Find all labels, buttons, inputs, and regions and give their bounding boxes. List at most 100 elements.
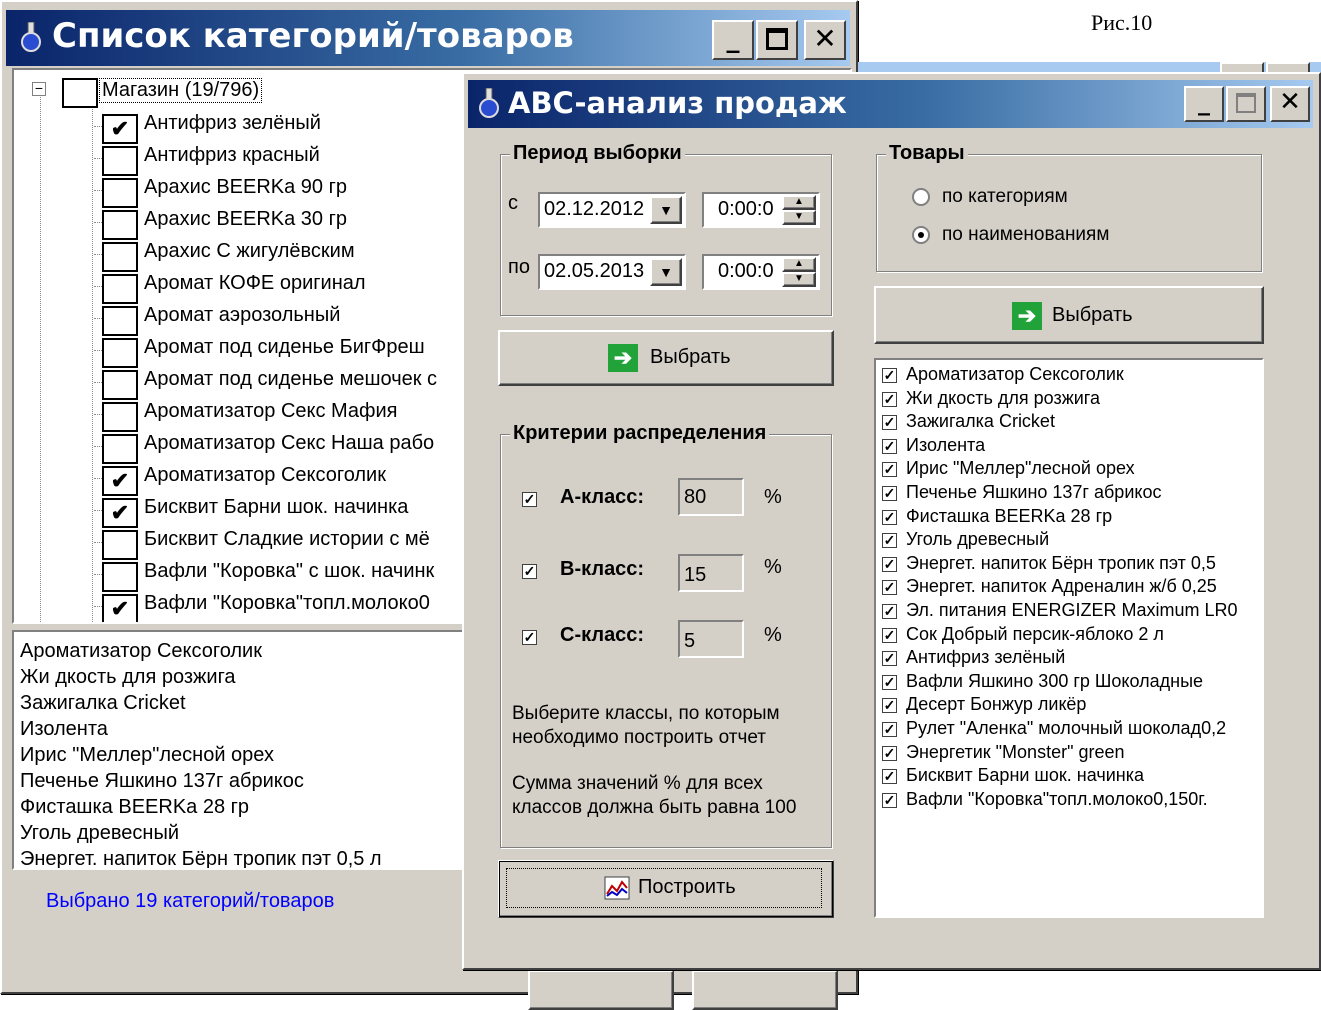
goods-item-checkbox[interactable]: ✓ — [882, 556, 897, 572]
selected-list-item[interactable]: Уголь древесный — [20, 822, 179, 845]
a-class-checkbox[interactable]: ✓ — [522, 492, 537, 507]
goods-item-label[interactable]: Изолента — [906, 435, 985, 456]
close-button[interactable]: ✕ — [1270, 86, 1310, 122]
abc-analysis-titlebar[interactable]: ABC-анализ продаж _ ✕ — [468, 80, 1313, 128]
close-button[interactable]: ✕ — [804, 20, 846, 60]
goods-item-label[interactable]: Печенье Яшкино 137г абрикос — [906, 482, 1161, 503]
selected-list-item[interactable]: Ароматизатор Сексоголик — [20, 640, 262, 663]
goods-item-label[interactable]: Энергетик "Monster" green — [906, 742, 1125, 763]
tree-item-checkbox[interactable]: ✔ — [102, 498, 138, 528]
to-time-down[interactable]: ▼ — [782, 272, 816, 287]
goods-item-checkbox[interactable]: ✓ — [882, 722, 897, 737]
goods-item-checkbox[interactable]: ✓ — [882, 509, 897, 525]
goods-item-checkbox[interactable]: ✓ — [882, 368, 897, 383]
to-date-picker[interactable]: 02.05.2013 ▼ — [538, 254, 686, 290]
selected-list-item[interactable]: Жи дкость для розжига — [20, 666, 236, 689]
goods-item-checkbox[interactable]: ✓ — [882, 745, 897, 761]
goods-item-label[interactable]: Зажигалка Cricket — [906, 411, 1055, 432]
goods-select-button[interactable]: ➔ Выбрать — [874, 286, 1264, 344]
goods-item-checkbox[interactable]: ✓ — [882, 604, 897, 619]
selected-list-item[interactable]: Изолента — [20, 718, 108, 741]
goods-item-label[interactable]: Ирис "Меллер"лесной орех — [906, 458, 1135, 479]
goods-item-label[interactable]: Уголь древесный — [906, 529, 1049, 550]
tree-item-checkbox[interactable] — [102, 178, 138, 208]
goods-item-label[interactable]: Десерт Бонжур ликёр — [906, 694, 1086, 715]
goods-item-checkbox[interactable]: ✓ — [882, 391, 897, 407]
ok-button[interactable] — [528, 970, 674, 1010]
tree-item-checkbox[interactable] — [102, 402, 138, 432]
goods-item-label[interactable]: Рулет "Аленка" молочный шоколад0,2 — [906, 718, 1226, 739]
goods-item-label[interactable]: Фисташка BEERKa 28 гр — [906, 506, 1112, 527]
goods-item-label[interactable]: Ароматизатор Сексоголик — [906, 364, 1124, 385]
maximize-button[interactable] — [756, 20, 798, 60]
period-select-button[interactable]: ➔ Выбрать — [498, 330, 834, 386]
from-date-picker[interactable]: 02.12.2012 ▼ — [538, 192, 686, 228]
selected-list-item[interactable]: Печенье Яшкино 137г абрикос — [20, 770, 304, 793]
goods-item-label[interactable]: Вафли Яшкино 300 гр Шоколадные — [906, 671, 1203, 692]
goods-item-label[interactable]: Сок Добрый персик-яблоко 2 л — [906, 624, 1164, 645]
selected-list-item[interactable]: Фисташка BEERKa 28 гр — [20, 796, 249, 819]
b-class-checkbox[interactable]: ✓ — [522, 564, 537, 579]
goods-item-checkbox[interactable]: ✓ — [882, 792, 897, 808]
tree-expand-toggle[interactable]: − — [32, 81, 46, 96]
radio-by-category-label[interactable]: по категориям — [942, 186, 1068, 208]
radio-by-category[interactable] — [912, 188, 930, 206]
goods-item-label[interactable]: Вафли "Коровка"топл.молоко0,150г. — [906, 789, 1208, 810]
minimize-button[interactable]: _ — [1184, 86, 1224, 122]
radio-by-name-label[interactable]: по наименованиям — [942, 224, 1109, 246]
selected-list-item[interactable]: Энергет. напиток Бёрн тропик пэт 0,5 л — [20, 848, 382, 868]
radio-by-name[interactable] — [912, 226, 930, 244]
tree-item-checkbox[interactable] — [102, 530, 138, 560]
build-button[interactable]: Построить — [498, 860, 834, 918]
tree-item-checkbox[interactable]: ✔ — [102, 466, 138, 496]
goods-item-label[interactable]: Антифриз зелёный — [906, 647, 1065, 668]
tree-root-checkbox[interactable] — [62, 78, 98, 108]
c-class-checkbox[interactable]: ✓ — [522, 630, 537, 645]
goods-item-label[interactable]: Жи дкость для розжига — [906, 388, 1100, 409]
category-list-titlebar[interactable]: Список категорий/товаров _ ✕ — [6, 10, 850, 66]
tree-item-checkbox[interactable] — [102, 562, 138, 592]
goods-item-checkbox[interactable]: ✓ — [882, 438, 897, 454]
selected-list-item[interactable]: Зажигалка Cricket — [20, 692, 186, 715]
tree-item-checkbox[interactable] — [102, 434, 138, 464]
goods-item-checkbox[interactable]: ✓ — [882, 486, 897, 501]
selected-list-item[interactable]: Ирис "Меллер"лесной орех — [20, 744, 274, 767]
to-time-spinner[interactable]: 0:00:0 ▲ ▼ — [702, 254, 820, 290]
tree-item-checkbox[interactable]: ✔ — [102, 114, 138, 144]
tree-item-checkbox[interactable] — [102, 306, 138, 336]
cancel-button[interactable] — [692, 970, 838, 1010]
goods-item-checkbox[interactable]: ✓ — [882, 674, 897, 690]
goods-item-checkbox[interactable]: ✓ — [882, 627, 897, 643]
tree-item-checkbox[interactable] — [102, 210, 138, 240]
from-date-dropdown[interactable]: ▼ — [650, 196, 682, 224]
goods-item-label[interactable]: Бисквит Барни шок. начинка — [906, 765, 1144, 786]
goods-checklist[interactable]: ✓ Ароматизатор Сексоголик ✓ Жи дкость для р… — [874, 358, 1264, 918]
tree-item-checkbox[interactable]: ✔ — [102, 594, 138, 622]
goods-item-checkbox[interactable]: ✓ — [882, 698, 897, 714]
tree-item-checkbox[interactable] — [102, 146, 138, 176]
b-class-input[interactable]: 15 — [678, 554, 744, 592]
from-time-down[interactable]: ▼ — [782, 210, 816, 225]
goods-item-checkbox[interactable]: ✓ — [882, 769, 897, 785]
tree-item-checkbox[interactable] — [102, 338, 138, 368]
goods-item-checkbox[interactable]: ✓ — [882, 462, 897, 478]
to-time-up[interactable]: ▲ — [782, 257, 816, 272]
goods-item-checkbox[interactable]: ✓ — [882, 580, 897, 596]
from-time-spinner[interactable]: 0:00:0 ▲ ▼ — [702, 192, 820, 228]
tree-root-label[interactable]: Магазин (19/796) — [98, 78, 263, 103]
goods-item-label[interactable]: Эл. питания ENERGIZER Maximum LR0 — [906, 600, 1237, 621]
minimize-button[interactable]: _ — [712, 20, 754, 60]
maximize-button[interactable] — [1226, 86, 1266, 122]
tree-item-checkbox[interactable] — [102, 242, 138, 272]
a-class-input[interactable]: 80 — [678, 478, 744, 516]
from-time-up[interactable]: ▲ — [782, 195, 816, 210]
c-class-input[interactable]: 5 — [678, 620, 744, 658]
to-date-dropdown[interactable]: ▼ — [650, 258, 682, 286]
goods-item-checkbox[interactable]: ✓ — [882, 651, 897, 667]
goods-item-checkbox[interactable]: ✓ — [882, 415, 897, 431]
tree-item-checkbox[interactable] — [102, 370, 138, 400]
goods-item-label[interactable]: Энергет. напиток Адреналин ж/б 0,25 — [906, 576, 1217, 597]
goods-item-checkbox[interactable]: ✓ — [882, 533, 897, 549]
goods-item-label[interactable]: Энергет. напиток Бёрн тропик пэт 0,5 — [906, 553, 1216, 574]
tree-item-checkbox[interactable] — [102, 274, 138, 304]
